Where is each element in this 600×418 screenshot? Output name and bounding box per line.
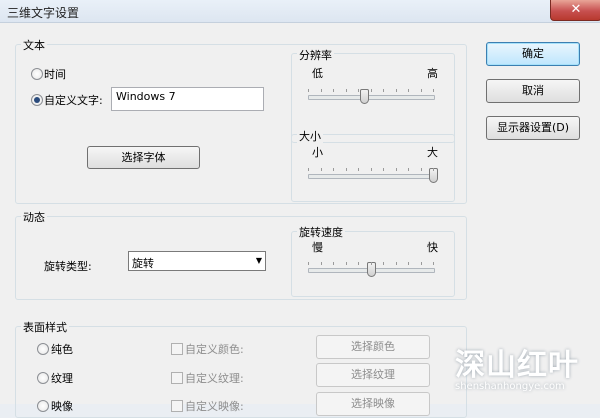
texture-label: 纹理 <box>51 372 73 385</box>
slider-tick <box>395 262 397 265</box>
motion-group-label: 动态 <box>21 209 47 225</box>
slider-tick <box>408 168 409 171</box>
custom-texture-checkbox[interactable] <box>171 372 183 384</box>
speed-fast-label: 快 <box>427 241 438 254</box>
custom-color-checkbox[interactable] <box>171 343 183 355</box>
text-group-label: 文本 <box>21 37 47 53</box>
custom-text-radio[interactable] <box>31 94 43 106</box>
custom-text-input[interactable]: Windows 7 <box>111 87 264 111</box>
slider-tick <box>333 262 334 265</box>
slider-tick <box>408 89 409 92</box>
title-bar: 三维文字设置 ✕ <box>0 0 600 23</box>
close-button[interactable]: ✕ <box>550 0 600 21</box>
window-title: 三维文字设置 <box>7 6 80 20</box>
speed-label: 旋转速度 <box>297 224 345 240</box>
slider-tick <box>320 89 322 92</box>
choose-font-button[interactable]: 选择字体 <box>87 146 200 169</box>
resolution-label: 分辨率 <box>297 47 334 63</box>
resolution-slider-thumb[interactable] <box>360 89 370 104</box>
chevron-down-icon: ▼ <box>255 256 262 265</box>
slider-tick <box>358 89 359 92</box>
choose-color-button[interactable]: 选择颜色 <box>316 335 430 359</box>
slider-tick <box>420 89 422 92</box>
watermark-logo-text: 深山红叶 <box>455 348 579 383</box>
slider-tick <box>383 89 384 92</box>
choose-texture-button[interactable]: 选择纹理 <box>316 363 430 387</box>
reflection-label: 映像 <box>51 400 73 413</box>
size-slider-track[interactable] <box>308 174 435 179</box>
spin-type-label: 旋转类型: <box>44 260 92 273</box>
watermark: 深山红叶 shenshanhongye.com <box>455 340 595 400</box>
slider-tick <box>320 168 322 171</box>
spin-type-select[interactable]: 旋转 ▼ <box>128 251 266 271</box>
slider-tick <box>395 168 397 171</box>
reflection-radio[interactable] <box>37 400 49 412</box>
slider-tick <box>370 89 372 92</box>
custom-texture-label: 自定义纹理: <box>185 372 244 385</box>
slider-tick <box>308 89 309 92</box>
slider-tick <box>333 168 334 171</box>
slider-tick <box>433 89 434 92</box>
slider-tick <box>358 168 359 171</box>
surface-group-label: 表面样式 <box>21 319 69 335</box>
slider-tick <box>345 262 347 265</box>
slider-tick <box>420 262 422 265</box>
speed-slow-label: 慢 <box>312 241 323 254</box>
slider-tick <box>433 168 434 171</box>
slider-tick <box>370 168 372 171</box>
ok-button[interactable]: 确定 <box>486 42 580 66</box>
slider-tick <box>408 262 409 265</box>
slider-tick <box>370 262 372 265</box>
custom-reflection-checkbox[interactable] <box>171 400 183 412</box>
size-label: 大小 <box>297 128 323 144</box>
display-settings-button[interactable]: 显示器设置(D) <box>486 116 580 140</box>
custom-text-label: 自定义文字: <box>44 94 103 107</box>
size-large-label: 大 <box>427 146 438 159</box>
custom-reflection-label: 自定义映像: <box>185 400 244 413</box>
solid-color-radio[interactable] <box>37 343 49 355</box>
choose-reflection-button[interactable]: 选择映像 <box>316 392 430 416</box>
slider-tick <box>358 262 359 265</box>
slider-tick <box>308 168 309 171</box>
resolution-low-label: 低 <box>312 67 323 80</box>
slider-tick <box>420 168 422 171</box>
slider-tick <box>333 89 334 92</box>
slider-tick <box>345 168 347 171</box>
slider-tick <box>308 262 309 265</box>
spin-type-value: 旋转 <box>132 257 154 270</box>
slider-tick <box>320 262 322 265</box>
resolution-slider-track[interactable] <box>308 95 435 100</box>
resolution-high-label: 高 <box>427 67 438 80</box>
solid-color-label: 纯色 <box>51 343 73 356</box>
slider-tick <box>383 168 384 171</box>
slider-tick <box>345 89 347 92</box>
slider-tick <box>395 89 397 92</box>
texture-radio[interactable] <box>37 372 49 384</box>
custom-color-label: 自定义颜色: <box>185 343 244 356</box>
slider-tick <box>383 262 384 265</box>
cancel-button[interactable]: 取消 <box>486 79 580 103</box>
time-radio[interactable] <box>31 68 43 80</box>
slider-tick <box>433 262 434 265</box>
time-label: 时间 <box>44 68 66 81</box>
size-small-label: 小 <box>312 146 323 159</box>
